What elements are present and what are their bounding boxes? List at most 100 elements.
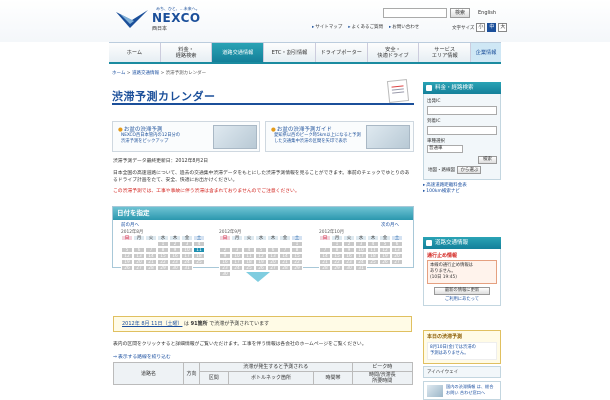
- guide-banner-map[interactable]: お盆の渋滞予測ガイド 愛知県以西のピーク時5km以上になると予測 した交通集中渋…: [265, 121, 414, 152]
- site-search-input[interactable]: [383, 8, 447, 18]
- down-arrow-icon: [246, 272, 270, 282]
- calendar-day[interactable]: 28: [145, 265, 157, 271]
- nav-safety[interactable]: 安全・ 快適ドライブ: [368, 43, 420, 62]
- site-header: みち、ひと、…未来へ。 NEXCO 西日本 検索 English サイトマップ …: [0, 0, 610, 42]
- table-header-row: 道路名 方向 渋滞が発生すると予測される ピーク時: [113, 362, 414, 385]
- result-count: 91箇所: [190, 321, 208, 327]
- nav-home[interactable]: ホーム: [109, 43, 161, 62]
- calendar-day[interactable]: 30: [343, 265, 355, 271]
- nav-traffic-info[interactable]: 道路交通情報: [212, 43, 265, 62]
- english-link[interactable]: English: [478, 10, 496, 16]
- calendar-day[interactable]: 27: [267, 265, 279, 271]
- calendar-day[interactable]: 31: [181, 265, 193, 271]
- breadcrumb-traffic[interactable]: 道路交通情報: [132, 71, 159, 76]
- calendar-day[interactable]: 24: [231, 265, 243, 271]
- col-peak-length: 時間/渋滞長 所要時間: [351, 371, 414, 385]
- nexco-logo-icon[interactable]: [114, 8, 150, 32]
- calendar-day[interactable]: 26: [255, 265, 267, 271]
- site-search-button[interactable]: 検索: [450, 8, 470, 18]
- guide-map-thumbnail: [213, 125, 257, 149]
- nav-drive-porter[interactable]: ドライブポーター: [316, 43, 368, 62]
- month-grid: 日月火水木金土 1 2 3 4 5 6 7 8 9 10 11 12 13 14 15 16 17 18 19 20 21…: [121, 235, 205, 271]
- result-tail: で渋滞が予測されています: [209, 321, 270, 327]
- car-type-select[interactable]: 普通車: [427, 145, 463, 153]
- font-size-switcher: 文字サイズ 小 中 大: [452, 23, 508, 32]
- prev-month-label[interactable]: 前の月へ: [121, 223, 139, 228]
- col-bottleneck: ボトルネック箇所: [227, 371, 315, 385]
- calendar-day[interactable]: 25: [193, 259, 205, 265]
- sidebar-fare-search: 料金・経路検索 出発IC 到着IC 車種選択 普通車 検索 地図・路線図 から選…: [423, 82, 501, 195]
- contact-banner[interactable]: 国内の渋滞情報 は、総合お問い 合わせ窓口へ: [423, 381, 501, 400]
- guide-banner-pickup[interactable]: お盆の渋滞予測 NEXCO西日本管内の12日分の 渋滞予測をピックアップ: [112, 121, 260, 152]
- calendar-day[interactable]: 25: [367, 259, 379, 265]
- nav-etc[interactable]: ETC・割引情報: [264, 43, 316, 62]
- congestion-table: 道路名 方向 渋滞が発生すると予測される ピーク時 区間 ボトルネック箇所 時間…: [113, 362, 414, 385]
- result-summary: 2012年 8月 11日（土曜） は 91箇所 で渋滞が予測されています: [113, 316, 412, 332]
- map-select-button[interactable]: から選ぶ: [457, 166, 482, 174]
- to-ic-label: 到着IC: [427, 119, 441, 124]
- closure-body: 本線の通行止め情報は ありません。 (10日 19:45): [427, 260, 497, 284]
- faq-link[interactable]: よくあるご質問: [348, 24, 384, 30]
- contact-link[interactable]: お問い合わせ: [389, 24, 419, 30]
- breadcrumb-home[interactable]: ホーム: [112, 71, 125, 76]
- sitemap-link[interactable]: サイトマップ: [312, 24, 342, 30]
- month-grid: 日月火水木金土 1 2 3 4 5 6 7 8 9 10 11 12 13 14 15 16 17 18 19 20 21…: [219, 235, 303, 277]
- calendar-day[interactable]: 27: [133, 265, 145, 271]
- intro-text: 日本全国の高速道路について、過去の交通集中渋滞データをもとにした渋滞予測情報を見…: [113, 171, 410, 183]
- guide-desc: 愛知県以西のピーク時5km以上になると予測 した交通集中渋滞の区間を矢印で表示: [274, 133, 361, 144]
- col-peak: ピーク時: [351, 362, 414, 372]
- brand-name[interactable]: NEXCO: [152, 11, 201, 25]
- nav-corporate[interactable]: 企業情報: [471, 43, 502, 62]
- calendar-day[interactable]: 30: [169, 265, 181, 271]
- from-ic-input[interactable]: [427, 106, 497, 115]
- last-updated: 渋滞予測データ最終更新日：2012年8月2日: [113, 159, 209, 164]
- font-size-small[interactable]: 小: [476, 23, 486, 32]
- calendar-day[interactable]: 29: [291, 265, 303, 271]
- calendar-month: 次の月へ 2012年10月 日月火水木金土 1 2 3 4 5 6 7 8 9 10 11 12 13 14…: [319, 222, 403, 271]
- calendar-day[interactable]: 26: [121, 265, 133, 271]
- next-month-link[interactable]: 次の月へ: [319, 222, 403, 229]
- usage-link[interactable]: ご利用にあたって: [427, 296, 497, 302]
- refresh-button[interactable]: 最新の情報に更新: [434, 287, 490, 295]
- next-month-label[interactable]: 次の月へ: [381, 223, 399, 228]
- col-direction: 方向: [183, 362, 200, 385]
- calendar-day[interactable]: 30: [219, 271, 231, 277]
- breadcrumb: ホーム > 道路交通情報 > 渋滞予測カレンダー: [112, 71, 207, 76]
- calendar-day[interactable]: 29: [331, 265, 343, 271]
- font-size-large[interactable]: 大: [498, 23, 508, 32]
- month-grid: 日月火水木金土 1 2 3 4 5 6 7 8 9 10 11 12 13 14 15 16 17 18 19 20 21…: [319, 235, 403, 271]
- guide-title: お盆の渋滞予測ガイド: [271, 125, 332, 133]
- to-ic-input[interactable]: [427, 126, 497, 135]
- col-road: 道路名: [113, 362, 184, 385]
- closure-alert: 通行止め情報 本線の通行止め情報は ありません。 (10日 19:45) 最新の…: [423, 249, 501, 306]
- nav-fare-search[interactable]: 料金・ 経路検索: [161, 43, 213, 62]
- calendar-day[interactable]: 28: [319, 265, 331, 271]
- calendar-day[interactable]: 28: [279, 265, 291, 271]
- calendar-day[interactable]: 27: [391, 259, 403, 265]
- col-predicted-group: 渋滞が発生すると予測される: [199, 362, 353, 372]
- calendar-page-icon: [386, 79, 410, 103]
- table-description: 表内の区間をクリックすると詳細情報がご覧いただけます。工事を伴う情報は各会社のホ…: [113, 342, 367, 347]
- col-section: 区間: [199, 371, 229, 385]
- ihighway-link[interactable]: アイハイウェイ: [423, 366, 501, 378]
- filter-route-link[interactable]: 表示する路線を絞り込む: [113, 353, 171, 360]
- calendar-day[interactable]: 26: [379, 259, 391, 265]
- fare-search-button[interactable]: 検索: [478, 156, 497, 164]
- fare-search-header: 料金・経路検索: [423, 82, 501, 94]
- distance-navi-link[interactable]: 100km検索ナビ: [423, 189, 501, 195]
- prev-month-link[interactable]: 前の月へ: [121, 222, 205, 229]
- calendar-month: 前の月へ 2012年8月 日月火水木金土 1 2 3 4 5 6 7 8 9 10 11 12 13 14 1…: [121, 222, 205, 271]
- warning-text: この渋滞予測では、工事や事故に伴う渋滞は含まれておりませんのでご注意ください。: [113, 189, 300, 194]
- today-forecast-body: 8月10日(金)では渋滞の 予測はありません。: [427, 342, 497, 360]
- utility-links: サイトマップ よくあるご質問 お問い合わせ: [312, 24, 419, 30]
- from-ic-label: 出発IC: [427, 99, 441, 104]
- calendar-day[interactable]: 25: [243, 265, 255, 271]
- calendar-header: 日付を指定: [113, 207, 413, 220]
- font-size-medium[interactable]: 中: [487, 23, 497, 32]
- calendar-day[interactable]: 31: [355, 265, 367, 271]
- map-select: 地図・路線図 から選ぶ: [427, 166, 497, 174]
- date-calendar: 日付を指定 前の月へ 2012年8月 日月火水木金土 1 2 3 4 5 6 7 8 9 10 11 1…: [112, 206, 414, 277]
- calendar-day[interactable]: 29: [157, 265, 169, 271]
- nav-service-area[interactable]: サービス エリア情報: [419, 43, 472, 62]
